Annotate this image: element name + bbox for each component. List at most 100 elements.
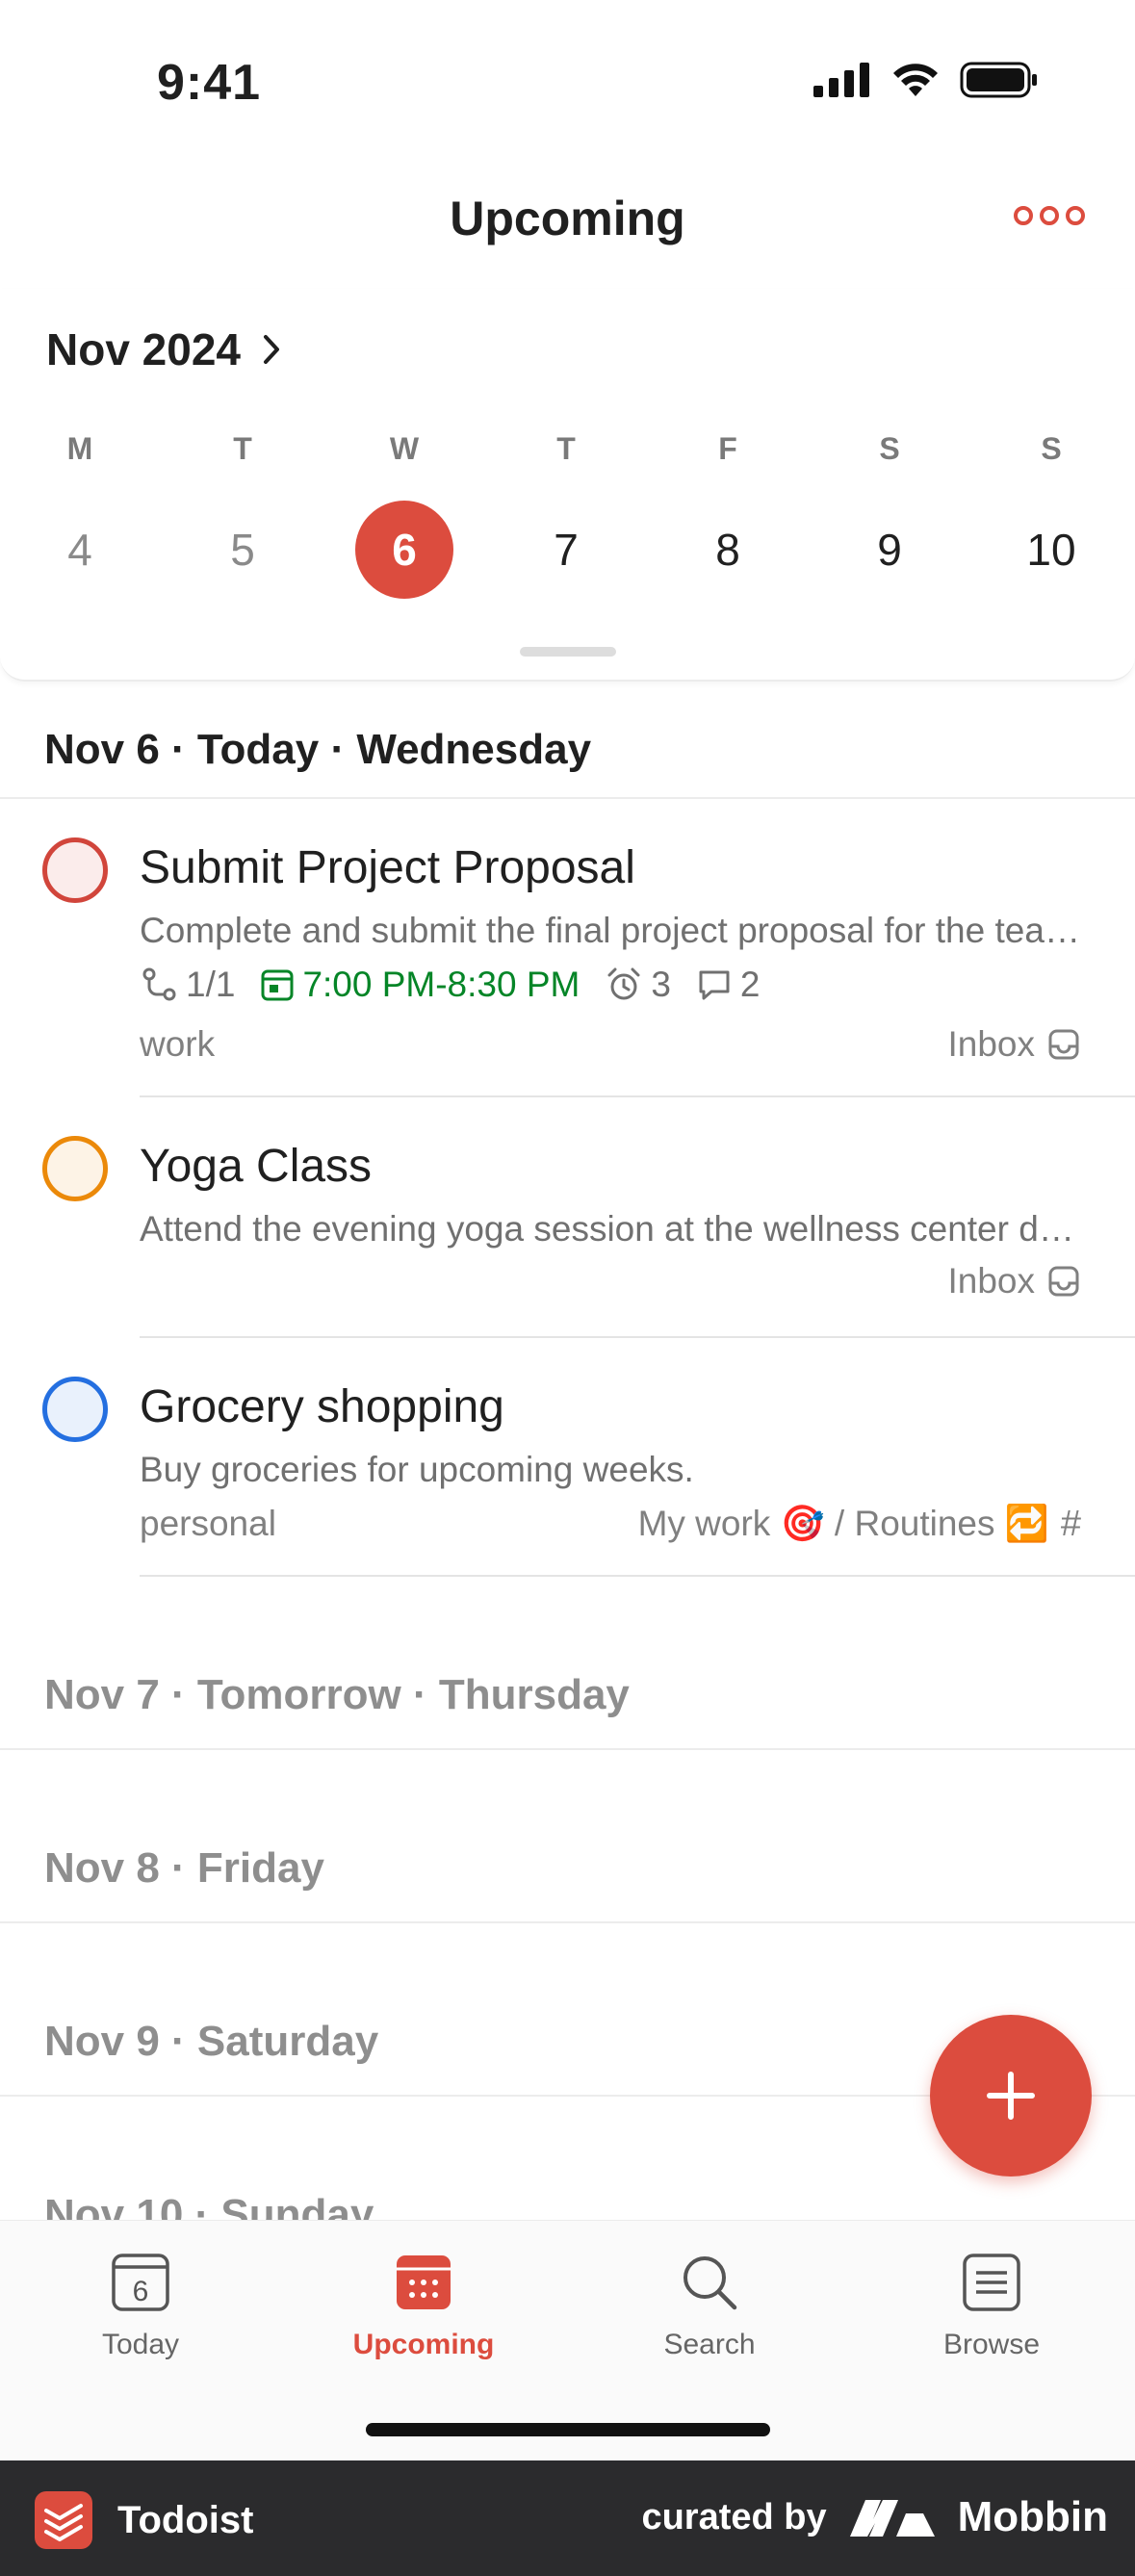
- day-letter: F: [718, 431, 737, 466]
- day-number: 5: [230, 525, 255, 575]
- top-header: Upcoming: [0, 173, 1135, 260]
- hashtag-icon: #: [1060, 1504, 1081, 1544]
- tab-browse[interactable]: Browse: [895, 2248, 1088, 2361]
- task-label[interactable]: work: [140, 1024, 215, 1065]
- task-project[interactable]: My work 🎯 / Routines 🔁 #: [638, 1504, 1081, 1545]
- task-description: Complete and submit the final project pr…: [140, 911, 1093, 950]
- status-icons: [813, 62, 1039, 98]
- calendar-icon: [261, 969, 294, 1001]
- day-letter: T: [233, 431, 252, 466]
- cellular-signal-icon: [813, 63, 869, 97]
- day-number: 8: [715, 525, 740, 575]
- more-options-button[interactable]: [1014, 206, 1085, 225]
- week-grid: M 4 T 5 W 6 T 7 F 8 S 9 S 10: [0, 431, 1135, 624]
- task-title: Submit Project Proposal: [140, 842, 635, 893]
- task-description: Attend the evening yoga session at the w…: [140, 1209, 1093, 1249]
- wifi-icon: [893, 64, 938, 96]
- section-title: Nov 6 · Today · Wednesday: [44, 726, 592, 773]
- day-thursday[interactable]: T 7: [508, 431, 624, 599]
- month-selector[interactable]: Nov 2024: [46, 323, 283, 375]
- subtask-icon: [142, 967, 176, 1001]
- task-project[interactable]: Inbox: [947, 1261, 1081, 1301]
- day-wednesday[interactable]: W 6: [347, 431, 462, 599]
- day-number: 7: [554, 525, 579, 575]
- todoist-logo-icon: [35, 2491, 92, 2549]
- project-name: Inbox: [947, 1024, 1035, 1064]
- browse-list-icon: [895, 2248, 1088, 2317]
- mobbin-logo-icon: [849, 2500, 935, 2537]
- section-header-friday[interactable]: Nov 8 · Friday: [0, 1808, 1135, 1923]
- section-header-today: Nov 6 · Today · Wednesday: [0, 683, 1135, 799]
- page-title: Upcoming: [450, 192, 685, 245]
- chevron-right-icon: [264, 335, 280, 364]
- footer-app: Todoist: [35, 2491, 253, 2549]
- day-saturday[interactable]: S 9: [832, 431, 947, 599]
- task-checkbox[interactable]: [42, 1377, 108, 1442]
- project-name: Inbox: [947, 1261, 1035, 1301]
- footer-banner: Todoist curated by Mobbin: [0, 2460, 1135, 2576]
- footer-credit: curated by Mobbin: [641, 2493, 1108, 2541]
- tab-search[interactable]: Search: [613, 2248, 806, 2361]
- tab-label: Browse: [942, 2329, 1041, 2360]
- day-number: 9: [877, 525, 902, 575]
- day-letter: S: [1041, 431, 1062, 466]
- home-indicator: [366, 2423, 770, 2436]
- comments-count: 2: [739, 965, 761, 1004]
- day-monday[interactable]: M 4: [22, 431, 138, 599]
- day-letter: S: [879, 431, 900, 466]
- task-meta: 1/1 7:00 PM-8:30 PM 3 2: [140, 965, 786, 1005]
- day-tuesday[interactable]: T 5: [185, 431, 300, 599]
- status-bar: 9:41: [0, 0, 1135, 164]
- battery-icon: [960, 62, 1037, 98]
- day-number-selected: 6: [355, 501, 453, 599]
- day-letter: M: [66, 431, 93, 466]
- more-dot-icon: [1066, 206, 1085, 225]
- day-sunday[interactable]: S 10: [993, 431, 1109, 599]
- task-divider: [140, 1575, 1135, 1577]
- week-calendar: Nov 2024 M 4 T 5 W 6 T 7 F 8 S 9 S 10: [0, 289, 1135, 682]
- task-item[interactable]: Grocery shopping Buy groceries for upcom…: [0, 1338, 1135, 1577]
- reminders-count: 3: [651, 965, 671, 1004]
- task-item[interactable]: Yoga Class Attend the evening yoga sessi…: [0, 1097, 1135, 1338]
- bottom-tab-bar: 6 Today Upcoming Search Browse: [0, 2220, 1135, 2460]
- tab-today[interactable]: 6 Today: [44, 2248, 237, 2361]
- task-title: Yoga Class: [140, 1141, 373, 1192]
- section-header-tomorrow[interactable]: Nov 7 · Tomorrow · Thursday: [0, 1635, 1135, 1750]
- day-number: 10: [1026, 525, 1076, 575]
- subtasks-meta: 1/1: [140, 965, 235, 1005]
- today-calendar-icon: 6: [44, 2248, 237, 2317]
- section-title: Nov 8 · Friday: [44, 1844, 324, 1892]
- section-title: Nov 9 · Saturday: [44, 2018, 379, 2065]
- curated-by-text: curated by: [641, 2496, 827, 2537]
- task-checkbox[interactable]: [42, 1136, 108, 1201]
- footer-app-name: Todoist: [117, 2498, 254, 2541]
- add-task-button[interactable]: [930, 2015, 1092, 2177]
- inbox-icon: [1048, 1266, 1079, 1297]
- day-letter: T: [556, 431, 576, 466]
- task-label[interactable]: personal: [140, 1504, 276, 1544]
- comments-meta: 2: [696, 965, 761, 1005]
- tab-label: Search: [663, 2329, 756, 2360]
- more-dot-icon: [1040, 206, 1059, 225]
- today-icon-day: 6: [133, 2276, 149, 2307]
- day-number: 4: [67, 525, 92, 575]
- comment-icon: [699, 970, 730, 1000]
- status-time: 9:41: [157, 55, 262, 111]
- upcoming-calendar-icon: [327, 2248, 520, 2317]
- task-checkbox[interactable]: [42, 837, 108, 903]
- more-dot-icon: [1014, 206, 1033, 225]
- project-name: My work 🎯 / Routines 🔁: [637, 1504, 1049, 1543]
- reminders-meta: 3: [605, 965, 671, 1005]
- tab-upcoming[interactable]: Upcoming: [327, 2248, 520, 2361]
- task-description: Buy groceries for upcoming weeks.: [140, 1450, 694, 1489]
- subtasks-count: 1/1: [186, 965, 236, 1004]
- calendar-drag-handle[interactable]: [520, 647, 616, 657]
- inbox-icon: [1048, 1029, 1079, 1060]
- section-title: Nov 7 · Tomorrow · Thursday: [44, 1671, 630, 1718]
- brand-name: Mobbin: [957, 2493, 1108, 2540]
- day-friday[interactable]: F 8: [670, 431, 786, 599]
- task-item[interactable]: Submit Project Proposal Complete and sub…: [0, 799, 1135, 1097]
- tab-label: Upcoming: [352, 2329, 495, 2360]
- task-project[interactable]: Inbox: [947, 1024, 1081, 1065]
- task-title: Grocery shopping: [140, 1381, 504, 1432]
